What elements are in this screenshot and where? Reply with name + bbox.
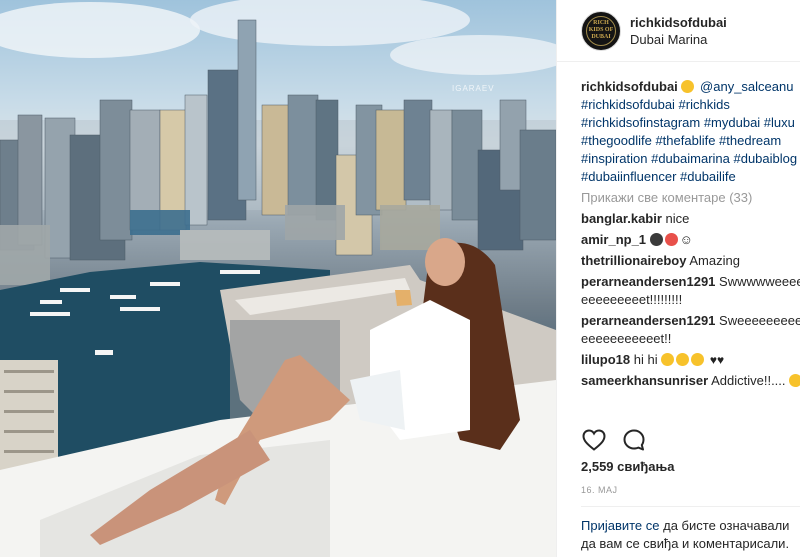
comment-username[interactable]: perarneandersen1291 <box>581 313 715 328</box>
heart-eyes-emoji-icon <box>664 233 678 246</box>
post-photo[interactable]: IGARAEV <box>0 0 556 557</box>
login-prompt: Пријавите се да бисте означавали да вам … <box>581 517 800 553</box>
comment-username[interactable]: lilupo18 <box>581 352 630 367</box>
heart-outline-icon <box>582 429 606 451</box>
divider <box>581 506 800 507</box>
like-button[interactable] <box>581 427 607 453</box>
header-username[interactable]: richkidsofdubai <box>630 14 727 31</box>
clap-emoji-icon <box>691 353 705 366</box>
comment-item: banglar.kabir nice <box>581 210 800 228</box>
avatar-logo: RICH KIDS OF DUBAI <box>586 15 616 46</box>
caption-line[interactable]: #thegoodlife #thefablife #thedream <box>581 132 800 150</box>
comment-text: Amazing <box>689 253 740 268</box>
view-all-comments-link[interactable]: Прикажи све коментаре (33) <box>581 189 800 207</box>
comment-item: sameerkhansunriser Addictive!!.... <box>581 372 800 390</box>
comment-username[interactable]: perarneandersen1291 <box>581 274 715 289</box>
caption-line[interactable]: #inspiration #dubaimarina #dubaiblog <box>581 150 800 168</box>
post-date[interactable]: 16. МАЈ <box>581 485 618 495</box>
comment-item: perarneandersen1291 Swwwwweeeeeeeeeeeeee… <box>581 273 800 309</box>
comment-username[interactable]: banglar.kabir <box>581 211 662 226</box>
caption-mention[interactable]: @any_salceanu <box>700 79 793 94</box>
caption-username[interactable]: richkidsofdubai <box>581 79 678 94</box>
likes-count[interactable]: 2,559 свиђања <box>581 459 675 474</box>
photo-watermark: IGARAEV <box>452 84 495 93</box>
login-link[interactable]: Пријавите се <box>581 518 660 533</box>
caption-line[interactable]: #richkidsofinstagram #mydubai #luxu <box>581 114 800 132</box>
comment-item: thetrillionaireboy Amazing <box>581 252 800 270</box>
comment-item: lilupo18 hi hi ♥♥ <box>581 351 800 369</box>
comment-text: hi hi <box>633 352 658 367</box>
post-actions <box>581 427 781 453</box>
post-side-panel: RICH KIDS OF DUBAI richkidsofdubai Dubai… <box>556 0 800 557</box>
comment-username[interactable]: sameerkhansunriser <box>581 373 708 388</box>
header-text: richkidsofdubai Dubai Marina <box>630 14 727 48</box>
comment-item: amir_np_1 ☺ <box>581 231 800 249</box>
header-location[interactable]: Dubai Marina <box>630 31 727 48</box>
speech-bubble-icon <box>623 429 645 451</box>
comment-text: Addictive!!.... <box>711 373 786 388</box>
post-header: RICH KIDS OF DUBAI richkidsofdubai Dubai… <box>557 0 800 62</box>
clap-emoji-icon <box>676 353 690 366</box>
comments-fade <box>581 405 800 415</box>
smile-emoji-icon: ☺ <box>679 232 693 247</box>
caption-line[interactable]: #richkidsofdubai #richkids <box>581 96 800 114</box>
money-bag-emoji-icon <box>681 80 695 93</box>
clap-emoji-icon <box>661 353 675 366</box>
comment-text: nice <box>665 211 690 226</box>
comments-list[interactable]: richkidsofdubai @any_salceanu #richkidso… <box>581 78 800 415</box>
caption: richkidsofdubai @any_salceanu <box>581 78 800 96</box>
avatar[interactable]: RICH KIDS OF DUBAI <box>581 10 621 51</box>
comment-item: perarneandersen1291 Sweeeeeeee eeeeeeeeee… <box>581 312 800 348</box>
comment-username[interactable]: amir_np_1 <box>581 232 646 247</box>
sunglasses-emoji-icon <box>649 233 663 246</box>
caption-line[interactable]: #dubaiinfluencer #dubailife <box>581 168 800 186</box>
comment-username[interactable]: thetrillionaireboy <box>581 253 686 268</box>
black-heart-icon: ♥♥ <box>709 353 725 367</box>
kiss-emoji-icon <box>789 374 800 387</box>
comment-button[interactable] <box>621 427 647 453</box>
